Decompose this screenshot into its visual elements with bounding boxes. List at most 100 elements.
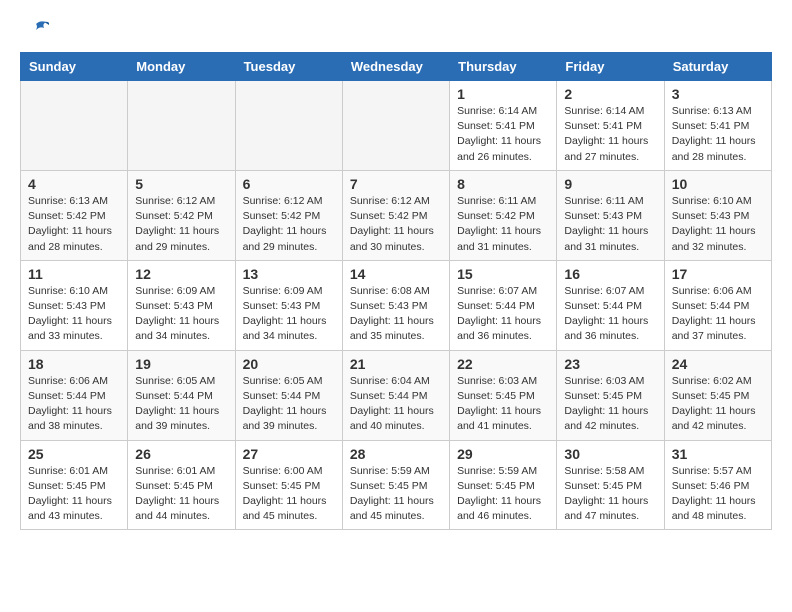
- calendar-cell: 4 Sunrise: 6:13 AM Sunset: 5:42 PM Daylig…: [21, 170, 128, 260]
- calendar-cell: 31Sunrise: 5:57 AM Sunset: 5:46 PM Dayli…: [664, 440, 771, 530]
- day-info: Sunrise: 6:09 AM Sunset: 5:43 PM Dayligh…: [243, 284, 335, 345]
- day-info: Sunrise: 6:09 AM Sunset: 5:43 PM Dayligh…: [135, 284, 227, 345]
- day-number: 17: [672, 266, 764, 282]
- calendar-cell: [342, 81, 449, 171]
- day-info: Sunrise: 6:07 AM Sunset: 5:44 PM Dayligh…: [457, 284, 549, 345]
- calendar-table: SundayMondayTuesdayWednesdayThursdayFrid…: [20, 52, 772, 530]
- calendar-cell: 14 Sunrise: 6:08 AM Sunset: 5:43 PM Dayli…: [342, 260, 449, 350]
- day-number: 15: [457, 266, 549, 282]
- page-header: [20, 20, 772, 42]
- logo: [20, 20, 50, 42]
- day-info: Sunrise: 6:04 AM Sunset: 5:44 PM Dayligh…: [350, 374, 442, 435]
- day-number: 22: [457, 356, 549, 372]
- calendar-cell: 19 Sunrise: 6:05 AM Sunset: 5:44 PM Dayli…: [128, 350, 235, 440]
- header-monday: Monday: [128, 53, 235, 81]
- calendar-cell: 6 Sunrise: 6:12 AM Sunset: 5:42 PM Daylig…: [235, 170, 342, 260]
- day-number: 27: [243, 446, 335, 462]
- calendar-cell: 25 Sunrise: 6:01 AM Sunset: 5:45 PM Dayli…: [21, 440, 128, 530]
- day-info: Sunrise: 6:10 AM Sunset: 5:43 PM Dayligh…: [672, 194, 764, 255]
- day-number: 14: [350, 266, 442, 282]
- calendar-cell: 17Sunrise: 6:06 AM Sunset: 5:44 PM Dayli…: [664, 260, 771, 350]
- header-saturday: Saturday: [664, 53, 771, 81]
- day-number: 8: [457, 176, 549, 192]
- day-number: 28: [350, 446, 442, 462]
- day-number: 6: [243, 176, 335, 192]
- header-wednesday: Wednesday: [342, 53, 449, 81]
- calendar-cell: 15 Sunrise: 6:07 AM Sunset: 5:44 PM Dayli…: [450, 260, 557, 350]
- header-sunday: Sunday: [21, 53, 128, 81]
- calendar-cell: 24Sunrise: 6:02 AM Sunset: 5:45 PM Dayli…: [664, 350, 771, 440]
- day-info: Sunrise: 6:11 AM Sunset: 5:42 PM Dayligh…: [457, 194, 549, 255]
- day-info: Sunrise: 6:12 AM Sunset: 5:42 PM Dayligh…: [135, 194, 227, 255]
- day-info: Sunrise: 6:01 AM Sunset: 5:45 PM Dayligh…: [28, 464, 120, 525]
- day-info: Sunrise: 6:03 AM Sunset: 5:45 PM Dayligh…: [564, 374, 656, 435]
- day-number: 2: [564, 86, 656, 102]
- day-info: Sunrise: 6:02 AM Sunset: 5:45 PM Dayligh…: [672, 374, 764, 435]
- day-number: 12: [135, 266, 227, 282]
- calendar-week-4: 18 Sunrise: 6:06 AM Sunset: 5:44 PM Dayli…: [21, 350, 772, 440]
- day-number: 4: [28, 176, 120, 192]
- day-info: Sunrise: 6:12 AM Sunset: 5:42 PM Dayligh…: [243, 194, 335, 255]
- day-info: Sunrise: 5:57 AM Sunset: 5:46 PM Dayligh…: [672, 464, 764, 525]
- day-number: 13: [243, 266, 335, 282]
- header-tuesday: Tuesday: [235, 53, 342, 81]
- calendar-week-3: 11 Sunrise: 6:10 AM Sunset: 5:43 PM Dayli…: [21, 260, 772, 350]
- calendar-week-2: 4 Sunrise: 6:13 AM Sunset: 5:42 PM Daylig…: [21, 170, 772, 260]
- day-number: 10: [672, 176, 764, 192]
- day-number: 1: [457, 86, 549, 102]
- day-info: Sunrise: 6:10 AM Sunset: 5:43 PM Dayligh…: [28, 284, 120, 345]
- calendar-cell: 18 Sunrise: 6:06 AM Sunset: 5:44 PM Dayli…: [21, 350, 128, 440]
- day-number: 30: [564, 446, 656, 462]
- day-info: Sunrise: 6:06 AM Sunset: 5:44 PM Dayligh…: [28, 374, 120, 435]
- calendar-cell: 30 Sunrise: 5:58 AM Sunset: 5:45 PM Dayli…: [557, 440, 664, 530]
- day-info: Sunrise: 6:03 AM Sunset: 5:45 PM Dayligh…: [457, 374, 549, 435]
- calendar-cell: 13 Sunrise: 6:09 AM Sunset: 5:43 PM Dayli…: [235, 260, 342, 350]
- day-number: 23: [564, 356, 656, 372]
- calendar-cell: 21 Sunrise: 6:04 AM Sunset: 5:44 PM Dayli…: [342, 350, 449, 440]
- calendar-cell: 23 Sunrise: 6:03 AM Sunset: 5:45 PM Dayli…: [557, 350, 664, 440]
- day-number: 18: [28, 356, 120, 372]
- calendar-cell: 5Sunrise: 6:12 AM Sunset: 5:42 PM Daylig…: [128, 170, 235, 260]
- day-info: Sunrise: 5:58 AM Sunset: 5:45 PM Dayligh…: [564, 464, 656, 525]
- day-info: Sunrise: 6:08 AM Sunset: 5:43 PM Dayligh…: [350, 284, 442, 345]
- day-info: Sunrise: 5:59 AM Sunset: 5:45 PM Dayligh…: [457, 464, 549, 525]
- calendar-cell: 20Sunrise: 6:05 AM Sunset: 5:44 PM Dayli…: [235, 350, 342, 440]
- calendar-cell: 28 Sunrise: 5:59 AM Sunset: 5:45 PM Dayli…: [342, 440, 449, 530]
- logo-bird-icon: [22, 20, 50, 42]
- calendar-cell: 3Sunrise: 6:13 AM Sunset: 5:41 PM Daylig…: [664, 81, 771, 171]
- day-info: Sunrise: 6:13 AM Sunset: 5:42 PM Dayligh…: [28, 194, 120, 255]
- calendar-cell: 1 Sunrise: 6:14 AM Sunset: 5:41 PM Daylig…: [450, 81, 557, 171]
- calendar-cell: 8 Sunrise: 6:11 AM Sunset: 5:42 PM Daylig…: [450, 170, 557, 260]
- day-info: Sunrise: 5:59 AM Sunset: 5:45 PM Dayligh…: [350, 464, 442, 525]
- calendar-cell: [21, 81, 128, 171]
- day-info: Sunrise: 6:13 AM Sunset: 5:41 PM Dayligh…: [672, 104, 764, 165]
- day-number: 11: [28, 266, 120, 282]
- day-number: 20: [243, 356, 335, 372]
- day-info: Sunrise: 6:11 AM Sunset: 5:43 PM Dayligh…: [564, 194, 656, 255]
- calendar-cell: 11 Sunrise: 6:10 AM Sunset: 5:43 PM Dayli…: [21, 260, 128, 350]
- calendar-cell: 16Sunrise: 6:07 AM Sunset: 5:44 PM Dayli…: [557, 260, 664, 350]
- day-number: 25: [28, 446, 120, 462]
- day-number: 29: [457, 446, 549, 462]
- day-info: Sunrise: 6:12 AM Sunset: 5:42 PM Dayligh…: [350, 194, 442, 255]
- calendar-cell: 26Sunrise: 6:01 AM Sunset: 5:45 PM Dayli…: [128, 440, 235, 530]
- day-info: Sunrise: 6:14 AM Sunset: 5:41 PM Dayligh…: [457, 104, 549, 165]
- day-number: 19: [135, 356, 227, 372]
- day-number: 7: [350, 176, 442, 192]
- calendar-cell: 27 Sunrise: 6:00 AM Sunset: 5:45 PM Dayli…: [235, 440, 342, 530]
- calendar-week-5: 25 Sunrise: 6:01 AM Sunset: 5:45 PM Dayli…: [21, 440, 772, 530]
- day-info: Sunrise: 6:05 AM Sunset: 5:44 PM Dayligh…: [135, 374, 227, 435]
- calendar-cell: [128, 81, 235, 171]
- calendar-week-1: 1 Sunrise: 6:14 AM Sunset: 5:41 PM Daylig…: [21, 81, 772, 171]
- calendar-cell: 29 Sunrise: 5:59 AM Sunset: 5:45 PM Dayli…: [450, 440, 557, 530]
- calendar-cell: 7 Sunrise: 6:12 AM Sunset: 5:42 PM Daylig…: [342, 170, 449, 260]
- day-info: Sunrise: 6:00 AM Sunset: 5:45 PM Dayligh…: [243, 464, 335, 525]
- day-info: Sunrise: 6:07 AM Sunset: 5:44 PM Dayligh…: [564, 284, 656, 345]
- day-number: 26: [135, 446, 227, 462]
- calendar-cell: 12 Sunrise: 6:09 AM Sunset: 5:43 PM Dayli…: [128, 260, 235, 350]
- calendar-cell: [235, 81, 342, 171]
- calendar-cell: 9 Sunrise: 6:11 AM Sunset: 5:43 PM Daylig…: [557, 170, 664, 260]
- day-number: 9: [564, 176, 656, 192]
- calendar-cell: 22 Sunrise: 6:03 AM Sunset: 5:45 PM Dayli…: [450, 350, 557, 440]
- day-number: 21: [350, 356, 442, 372]
